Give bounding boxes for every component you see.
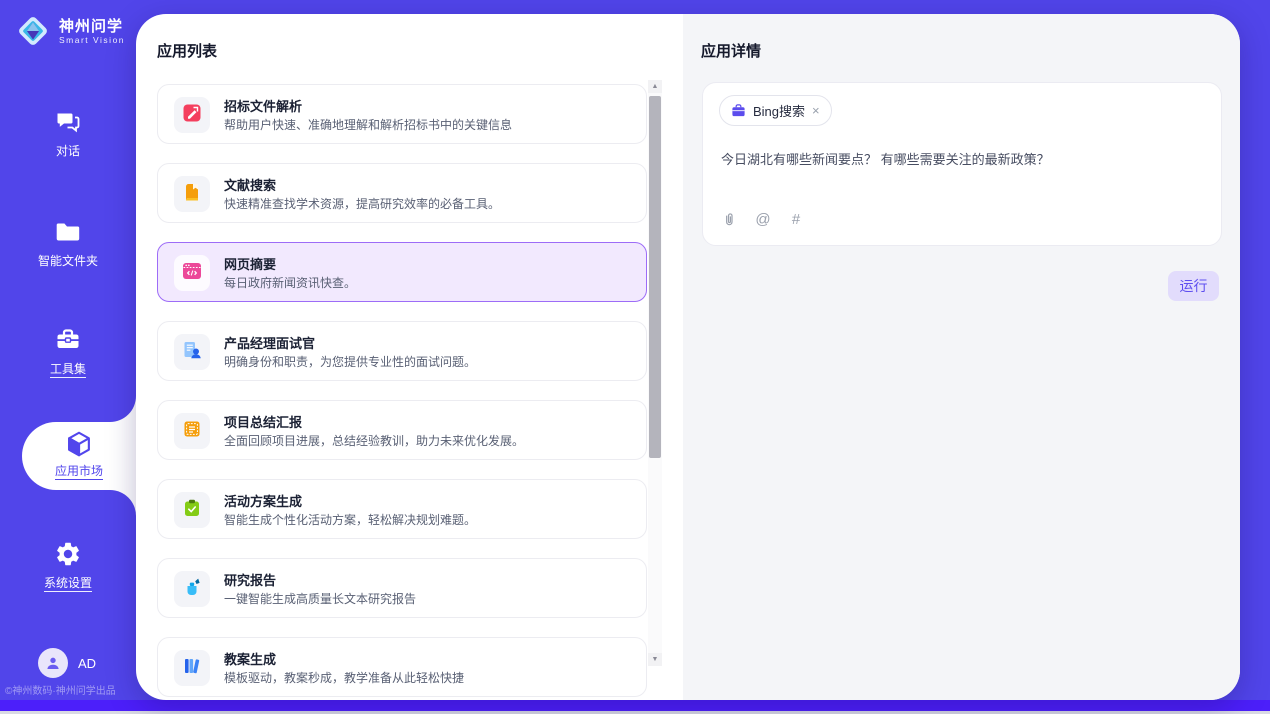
app-list-item[interactable]: 教案生成 模板驱动，教案秒成，教学准备从此轻松快捷: [157, 637, 647, 697]
app-item-title: 活动方案生成: [224, 491, 302, 510]
note-icon: [182, 419, 202, 444]
app-list-item[interactable]: 项目总结汇报 全面回顾项目进展，总结经验教训，助力未来优化发展。: [157, 400, 647, 460]
mention-icon[interactable]: @: [754, 211, 772, 228]
sidebar-item-smart-folder[interactable]: 智能文件夹: [0, 218, 136, 270]
sidebar-item-app-market[interactable]: 应用市场: [22, 422, 136, 490]
user-account[interactable]: AD: [38, 648, 96, 678]
brand-logo: 神州问学 Smart Vision: [14, 12, 125, 50]
scroll-up-icon[interactable]: ▲: [648, 80, 662, 93]
browser-code-icon: [182, 261, 202, 286]
sidebar-item-toolset[interactable]: 工具集: [0, 326, 136, 378]
app-item-title: 网页摘要: [224, 254, 276, 273]
scrollbar-thumb[interactable]: [649, 96, 661, 458]
clipboard-check-icon: [182, 498, 202, 523]
sidebar-item-chat[interactable]: 对话: [0, 108, 136, 160]
interview-icon: [182, 340, 202, 365]
sidebar-item-label: 智能文件夹: [38, 254, 98, 268]
app-item-title: 产品经理面试官: [224, 333, 315, 352]
app-item-description: 模板驱动，教案秒成，教学准备从此轻松快捷: [224, 669, 464, 686]
app-item-description: 帮助用户快速、准确地理解和解析招标书中的关键信息: [224, 116, 512, 133]
prompt-input[interactable]: 今日湖北有哪些新闻要点？ 有哪些需要关注的最新政策？: [721, 149, 1201, 168]
run-button[interactable]: 运行: [1168, 271, 1219, 301]
tool-chip-label: Bing搜索: [753, 101, 805, 120]
sidebar-item-system-settings[interactable]: 系统设置: [0, 540, 136, 592]
sidebar-item-label: 工具集: [50, 362, 86, 378]
app-window: 神州问学 Smart Vision 对话 智能文件夹 工具集: [0, 0, 1270, 714]
sidebar-item-label: 应用市场: [55, 464, 103, 480]
main-content: 应用列表 招标文件解析 帮助用户快速、准确地理解和解析招标书中的关键信息 文献搜…: [136, 14, 1240, 700]
app-list-item[interactable]: 招标文件解析 帮助用户快速、准确地理解和解析招标书中的关键信息: [157, 84, 647, 144]
edit-document-icon: [182, 103, 202, 128]
sidebar-item-label: 对话: [56, 144, 80, 158]
book-icon: [182, 182, 202, 207]
chip-close-icon[interactable]: ×: [812, 104, 820, 117]
prompt-card: Bing搜索 × 今日湖北有哪些新闻要点？ 有哪些需要关注的最新政策？ @ #: [702, 82, 1222, 246]
chat-icon: [54, 108, 82, 136]
app-item-title: 研究报告: [224, 570, 276, 589]
app-item-title: 项目总结汇报: [224, 412, 302, 431]
app-item-title: 招标文件解析: [224, 96, 302, 115]
copyright-text: ©神州数码·神州问学出品: [5, 682, 136, 697]
app-detail-title: 应用详情: [701, 40, 761, 61]
app-item-title: 教案生成: [224, 649, 276, 668]
folder-icon: [54, 218, 82, 246]
diamond-logo-icon: [14, 12, 52, 50]
scroll-down-icon[interactable]: ▼: [648, 653, 662, 666]
bottom-band: [0, 700, 1270, 711]
ink-pen-icon: [182, 577, 202, 602]
bubble-notch-top: [110, 396, 136, 422]
app-item-description: 每日政府新闻资讯快查。: [224, 274, 356, 291]
app-item-description: 明确身份和职责，为您提供专业性的面试问题。: [224, 353, 476, 370]
briefcase-icon: [731, 103, 746, 118]
cube-icon: [64, 429, 94, 459]
app-detail-panel: 应用详情 Bing搜索 × 今日湖北有哪些新闻要点？ 有哪些需要关注的最新政策？…: [683, 14, 1240, 700]
user-name: AD: [78, 656, 96, 671]
toolbox-icon: [54, 326, 82, 354]
app-list-item[interactable]: 网页摘要 每日政府新闻资讯快查。: [157, 242, 647, 302]
brand-subtitle: Smart Vision: [59, 35, 125, 45]
composer-toolbar: @ #: [721, 211, 805, 228]
app-list-item[interactable]: 文献搜索 快速精准查找学术资源，提高研究效率的必备工具。: [157, 163, 647, 223]
sidebar-item-label: 系统设置: [44, 576, 92, 592]
brand-name: 神州问学: [59, 18, 125, 35]
app-list-item[interactable]: 研究报告 一键智能生成高质量长文本研究报告: [157, 558, 647, 618]
bubble-notch-bottom: [110, 490, 136, 516]
app-item-description: 一键智能生成高质量长文本研究报告: [224, 590, 416, 607]
paperclip-icon[interactable]: [721, 212, 739, 228]
app-list-item[interactable]: 活动方案生成 智能生成个性化活动方案，轻松解决规划难题。: [157, 479, 647, 539]
app-item-title: 文献搜索: [224, 175, 276, 194]
app-item-description: 快速精准查找学术资源，提高研究效率的必备工具。: [224, 195, 500, 212]
tool-chip-bing-search[interactable]: Bing搜索 ×: [719, 95, 832, 126]
scrollbar[interactable]: ▲ ▼: [648, 80, 662, 666]
gear-icon: [54, 540, 82, 568]
app-item-description: 全面回顾项目进展，总结经验教训，助力未来优化发展。: [224, 432, 524, 449]
books-icon: [182, 656, 202, 681]
app-item-description: 智能生成个性化活动方案，轻松解决规划难题。: [224, 511, 476, 528]
app-list-title: 应用列表: [157, 40, 217, 61]
app-list: 招标文件解析 帮助用户快速、准确地理解和解析招标书中的关键信息 文献搜索 快速精…: [157, 84, 647, 700]
app-list-item[interactable]: 产品经理面试官 明确身份和职责，为您提供专业性的面试问题。: [157, 321, 647, 381]
sidebar: 神州问学 Smart Vision 对话 智能文件夹 工具集: [0, 0, 136, 714]
hash-icon[interactable]: #: [787, 211, 805, 228]
user-avatar-icon: [38, 648, 68, 678]
